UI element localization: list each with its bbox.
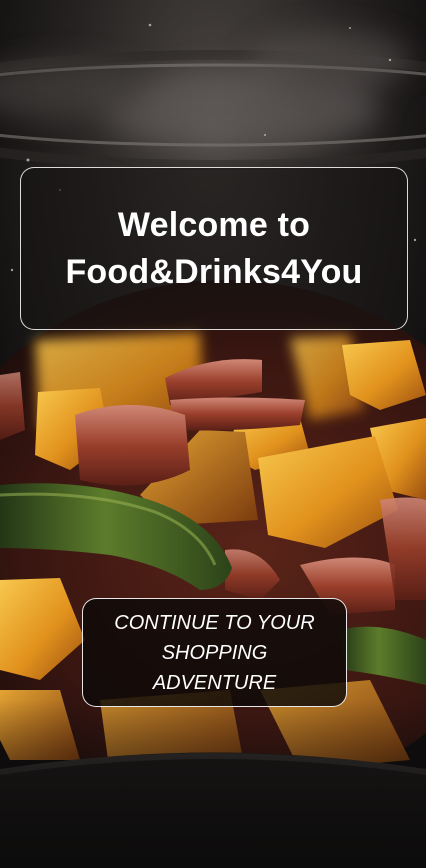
welcome-title: Welcome to Food&Drinks4You	[65, 205, 363, 291]
continue-shopping-button[interactable]: CONTINUE TO YOUR SHOPPING ADVENTURE	[82, 598, 347, 707]
continue-shopping-label: CONTINUE TO YOUR SHOPPING ADVENTURE	[114, 611, 315, 694]
welcome-card: Welcome to Food&Drinks4You	[20, 167, 408, 330]
food-background-image	[0, 0, 426, 868]
